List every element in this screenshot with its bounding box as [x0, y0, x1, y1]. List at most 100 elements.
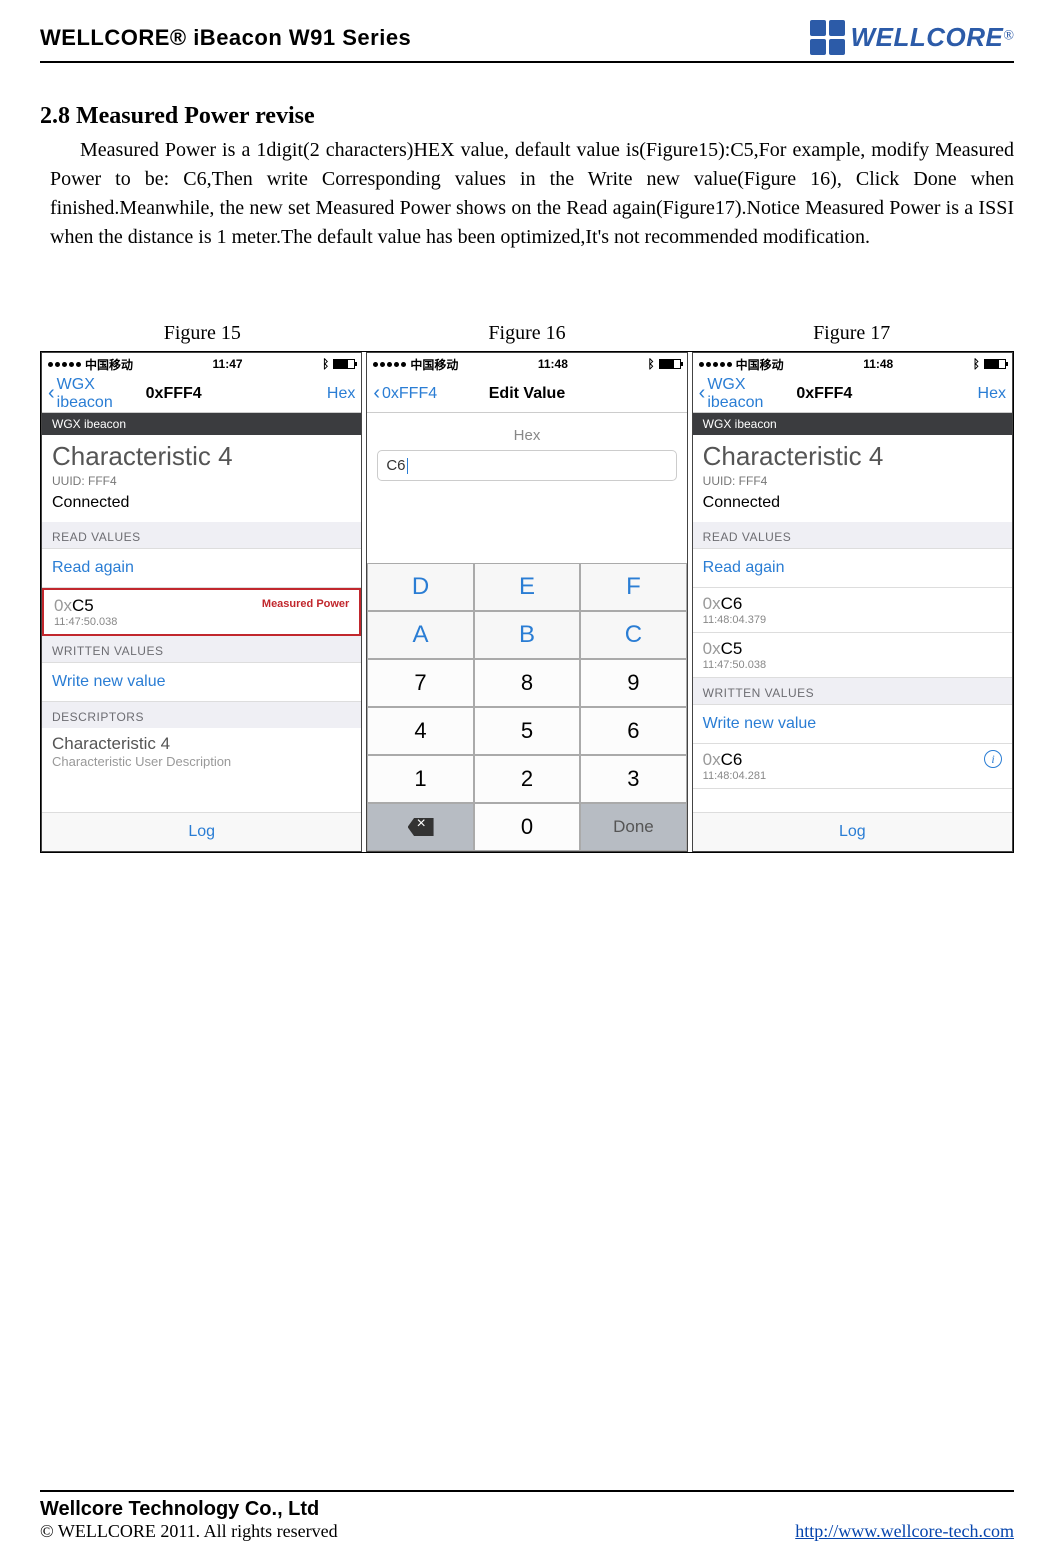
- hex-label: Hex: [367, 413, 686, 450]
- key-b[interactable]: B: [474, 611, 580, 659]
- device-bar: WGX ibeacon: [693, 413, 1012, 435]
- log-button[interactable]: Log: [693, 812, 1012, 851]
- logo-reg: ®: [1003, 29, 1014, 44]
- logo-text: WELLCORE: [851, 22, 1004, 52]
- figure-17-label: Figure 17: [689, 322, 1014, 345]
- key-9[interactable]: 9: [580, 659, 686, 707]
- key-e[interactable]: E: [474, 563, 580, 611]
- log-button[interactable]: Log: [42, 812, 361, 851]
- back-button[interactable]: ‹ WGX ibeacon 0xFFF4: [48, 376, 202, 412]
- figure-17-screenshot: 中国移动 11:48 ᛒ ‹ WGX ibeacon 0xFFF4 Hex WG…: [692, 352, 1013, 852]
- key-3[interactable]: 3: [580, 755, 686, 803]
- signal-icon: [48, 362, 81, 367]
- carrier: 中国移动: [85, 356, 133, 373]
- battery-icon: [333, 359, 355, 369]
- key-6[interactable]: 6: [580, 707, 686, 755]
- section: 2.8 Measured Power revise Measured Power…: [40, 103, 1014, 252]
- value: C5: [72, 596, 94, 615]
- copyright: © WELLCORE 2011. All rights reserved: [40, 1521, 338, 1542]
- back-text: WGX ibeacon: [57, 376, 138, 412]
- nav-title: Edit Value: [476, 385, 578, 403]
- key-c[interactable]: C: [580, 611, 686, 659]
- hex-input[interactable]: C6: [377, 450, 676, 481]
- read-again-button[interactable]: Read again: [42, 548, 361, 588]
- back-id: 0xFFF4: [796, 385, 852, 403]
- section-body-text: Measured Power is a 1digit(2 characters)…: [50, 139, 1014, 248]
- characteristic-title: Characteristic 4: [42, 435, 361, 474]
- website-link[interactable]: http://www.wellcore-tech.com: [795, 1521, 1014, 1541]
- key-a[interactable]: A: [367, 611, 473, 659]
- clock: 11:47: [213, 357, 243, 371]
- written-values-header: WRITTEN VALUES: [693, 678, 1012, 704]
- descriptor-sub: Characteristic User Description: [42, 754, 361, 773]
- bluetooth-icon: ᛒ: [973, 357, 980, 371]
- company-name: Wellcore Technology Co., Ltd: [40, 1498, 338, 1521]
- value: C5: [721, 639, 743, 658]
- figure-16-label: Figure 16: [365, 322, 690, 345]
- figure-labels: Figure 15 Figure 16 Figure 17: [40, 322, 1014, 345]
- key-5[interactable]: 5: [474, 707, 580, 755]
- nav-bar: ‹ WGX ibeacon 0xFFF4 Hex: [42, 375, 361, 413]
- back-button[interactable]: ‹ WGX ibeacon 0xFFF4: [699, 376, 853, 412]
- written-value-row[interactable]: i 0xC6 11:48:04.281: [693, 744, 1012, 789]
- key-4[interactable]: 4: [367, 707, 473, 755]
- connected-label: Connected: [693, 494, 1012, 522]
- key-1[interactable]: 1: [367, 755, 473, 803]
- key-f[interactable]: F: [580, 563, 686, 611]
- info-icon[interactable]: i: [984, 750, 1002, 768]
- device-bar: WGX ibeacon: [42, 413, 361, 435]
- value: C6: [721, 594, 743, 613]
- back-text: WGX ibeacon: [707, 376, 788, 412]
- figures-container: 中国移动 11:47 ᛒ ‹ WGX ibeacon 0xFFF4 Hex WG…: [40, 351, 1014, 853]
- signal-icon: [373, 362, 406, 367]
- write-new-value-button[interactable]: Write new value: [693, 704, 1012, 744]
- key-done[interactable]: Done: [580, 803, 686, 851]
- figure-16-screenshot: 中国移动 11:48 ᛒ ‹ 0xFFF4 Edit Value Hex C6 …: [366, 352, 687, 852]
- read-value-row[interactable]: 0xC6 11:48:04.379: [693, 588, 1012, 633]
- key-d[interactable]: D: [367, 563, 473, 611]
- back-button[interactable]: ‹ 0xFFF4: [373, 382, 475, 405]
- logo: WELLCORE®: [810, 20, 1014, 55]
- key-0[interactable]: 0: [474, 803, 580, 851]
- clock: 11:48: [863, 357, 893, 371]
- key-8[interactable]: 8: [474, 659, 580, 707]
- value-prefix: 0x: [703, 750, 721, 769]
- hex-toggle[interactable]: Hex: [852, 385, 1006, 403]
- figure-15-label: Figure 15: [40, 322, 365, 345]
- key-7[interactable]: 7: [367, 659, 473, 707]
- descriptor-title: Characteristic 4: [42, 728, 361, 754]
- chevron-left-icon: ‹: [699, 382, 706, 405]
- chevron-left-icon: ‹: [373, 382, 380, 405]
- nav-bar: ‹ WGX ibeacon 0xFFF4 Hex: [693, 375, 1012, 413]
- signal-icon: [699, 362, 732, 367]
- page-header: WELLCORE® iBeacon W91 Series WELLCORE®: [40, 20, 1014, 63]
- read-again-button[interactable]: Read again: [693, 548, 1012, 588]
- read-value-row[interactable]: 0xC5 11:47:50.038: [693, 633, 1012, 678]
- key-backspace[interactable]: [367, 803, 473, 851]
- battery-icon: [659, 359, 681, 369]
- uuid-label: UUID: FFF4: [42, 474, 361, 494]
- input-value: C6: [386, 457, 405, 474]
- carrier: 中国移动: [410, 356, 458, 373]
- bluetooth-icon: ᛒ: [647, 357, 654, 371]
- back-id: 0xFFF4: [146, 385, 202, 403]
- value-prefix: 0x: [54, 596, 72, 615]
- nav-bar: ‹ 0xFFF4 Edit Value: [367, 375, 686, 413]
- key-2[interactable]: 2: [474, 755, 580, 803]
- figure-15-screenshot: 中国移动 11:47 ᛒ ‹ WGX ibeacon 0xFFF4 Hex WG…: [41, 352, 362, 852]
- value-prefix: 0x: [703, 639, 721, 658]
- read-values-header: READ VALUES: [42, 522, 361, 548]
- status-bar: 中国移动 11:48 ᛒ: [367, 353, 686, 375]
- write-new-value-button[interactable]: Write new value: [42, 662, 361, 702]
- status-bar: 中国移动 11:48 ᛒ: [693, 353, 1012, 375]
- timestamp: 11:47:50.038: [703, 659, 1002, 671]
- read-values-header: READ VALUES: [693, 522, 1012, 548]
- measured-power-annotation: Measured Power: [262, 598, 349, 610]
- hex-toggle[interactable]: Hex: [202, 385, 356, 403]
- section-body: Measured Power is a 1digit(2 characters)…: [40, 136, 1014, 252]
- timestamp: 11:48:04.281: [703, 770, 1002, 782]
- connected-label: Connected: [42, 494, 361, 522]
- written-values-header: WRITTEN VALUES: [42, 636, 361, 662]
- timestamp: 11:47:50.038: [54, 616, 349, 628]
- read-value-row[interactable]: Measured Power 0xC5 11:47:50.038: [42, 588, 361, 636]
